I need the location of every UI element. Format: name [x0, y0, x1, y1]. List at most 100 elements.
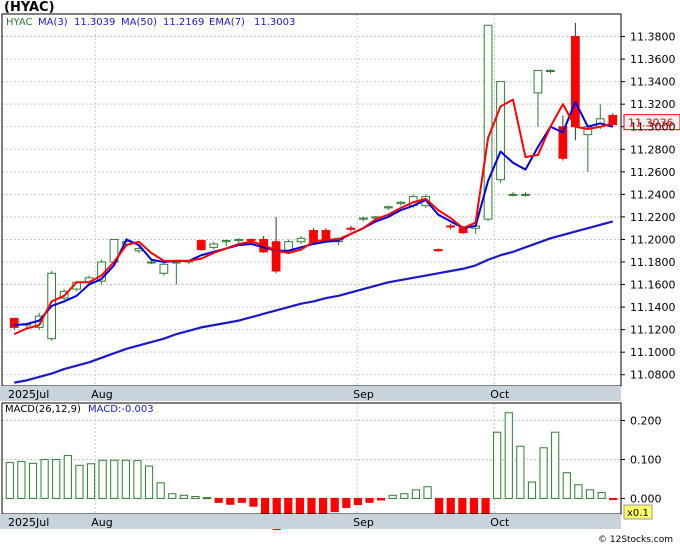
macd-bar — [179, 494, 188, 499]
macd-bar — [121, 459, 130, 499]
price-y-tick-label: 11.2400 — [630, 188, 676, 201]
price-y-tick-label: 11.3600 — [630, 53, 676, 66]
legend-label: EMA(7) — [209, 17, 245, 28]
macd-bar — [446, 497, 455, 517]
candle-body — [570, 36, 580, 128]
macd-bar — [319, 497, 328, 517]
macd-bar — [110, 459, 119, 499]
chart-stage: 11.0800 11.1000 11.1200 11.1400 11.1600 11.18… — [0, 0, 680, 546]
legend-label: 11.2169 — [163, 17, 204, 28]
legend-label: MA(50) — [121, 17, 157, 28]
price-y-tick-label: 11.2200 — [630, 211, 676, 224]
price-x-tick-label: Oct — [490, 388, 510, 401]
price-y-tick-label: 11.2800 — [630, 143, 676, 156]
macd-bar — [539, 447, 548, 499]
candle-body — [171, 261, 181, 264]
candle-body — [359, 217, 368, 220]
macd-bar — [156, 482, 165, 499]
legend-label: 11.3039 — [74, 17, 115, 28]
macd-bar — [214, 497, 223, 503]
price-x-tick-label: Aug — [91, 388, 112, 401]
macd-bar — [98, 459, 107, 499]
price-y-tick-label: 11.1000 — [630, 346, 676, 359]
macd-bar — [202, 497, 212, 500]
macd-y-tick-label: 0.000 — [630, 492, 662, 505]
price-y-tick-label: 11.0800 — [630, 369, 676, 382]
macd-bar — [191, 495, 200, 499]
macd-bar — [377, 497, 386, 501]
candle-body — [209, 243, 219, 248]
macd-bar — [609, 497, 618, 501]
macd-bar — [493, 431, 502, 499]
macd-x-tick-label: Oct — [490, 516, 510, 529]
candle-body — [147, 261, 156, 264]
macd-bar — [527, 481, 537, 499]
macd-bar — [75, 464, 84, 499]
candle-body — [346, 227, 356, 230]
candle-body — [546, 69, 555, 72]
candle-body — [246, 238, 256, 242]
legend-label: MA(3) — [38, 17, 68, 28]
macd-x-tick-label: Sep — [353, 516, 374, 529]
macd-bar — [516, 445, 525, 499]
macd-bar — [365, 497, 374, 503]
macd-bar — [28, 462, 38, 499]
macd-bar — [249, 497, 258, 507]
watermark-label: © 12Stocks.com — [598, 535, 673, 545]
candle-body — [296, 237, 306, 243]
macd-bar — [133, 460, 142, 499]
macd-bar — [353, 497, 363, 506]
candle-body — [496, 81, 505, 181]
macd-bar — [40, 458, 49, 499]
macd-x-tick-label: Aug — [91, 516, 112, 529]
macd-bar — [5, 462, 14, 499]
macd-bar — [226, 497, 235, 505]
price-x-tick-label: 2025Jul — [8, 388, 49, 401]
macd-bar — [411, 489, 421, 499]
candle-body — [396, 201, 406, 204]
macd-bar — [388, 494, 397, 499]
macd-bar — [585, 489, 595, 499]
candle-body — [508, 193, 518, 196]
macd-bar — [330, 497, 339, 513]
macd-legend-value: MACD:-0.003 — [88, 404, 154, 415]
macd-bar — [86, 463, 96, 499]
macd-bar — [17, 460, 26, 499]
macd-bar — [562, 472, 571, 499]
candle-body — [521, 193, 530, 196]
macd-bar — [423, 486, 432, 499]
macd-bar — [504, 412, 513, 499]
price-y-tick-label: 11.1400 — [630, 301, 676, 314]
candle-body — [271, 241, 281, 272]
macd-bar — [52, 458, 61, 499]
macd-bar — [63, 455, 72, 499]
candle-body — [234, 238, 244, 242]
price-y-tick-label: 11.1600 — [630, 279, 676, 292]
chart-title: (HYAC) — [4, 0, 55, 15]
price-y-tick-label: 11.3400 — [630, 76, 676, 89]
candle-body — [446, 225, 456, 228]
legend-label: HYAC — [6, 17, 33, 28]
candle-body — [433, 249, 443, 252]
macd-bar — [342, 497, 351, 508]
price-y-tick-label: 11.3800 — [630, 31, 676, 44]
macd-bar — [574, 484, 583, 499]
price-y-tick-label: 11.1800 — [630, 256, 676, 269]
price-y-tick-label: 11.2600 — [630, 166, 676, 179]
candle-body — [383, 206, 393, 209]
macd-legend-label: MACD(26,12,9) — [5, 404, 81, 415]
macd-y-tick-label: 0.200 — [630, 415, 662, 428]
candle-body — [196, 240, 206, 251]
macd-bar — [168, 493, 177, 499]
candle-body — [533, 69, 543, 94]
price-y-tick-label: 11.2000 — [630, 233, 676, 246]
legend-label: 11.3003 — [254, 17, 295, 28]
macd-bar — [144, 465, 154, 499]
macd-multiplier-label: x0.1 — [627, 508, 649, 519]
price-y-tick-label: 11.1200 — [630, 324, 676, 337]
candle-body — [221, 240, 231, 243]
price-y-tick-label: 11.3200 — [630, 98, 676, 111]
candle-body — [159, 263, 169, 274]
macd-bar — [597, 492, 606, 499]
price-x-tick-label: Sep — [353, 388, 374, 401]
